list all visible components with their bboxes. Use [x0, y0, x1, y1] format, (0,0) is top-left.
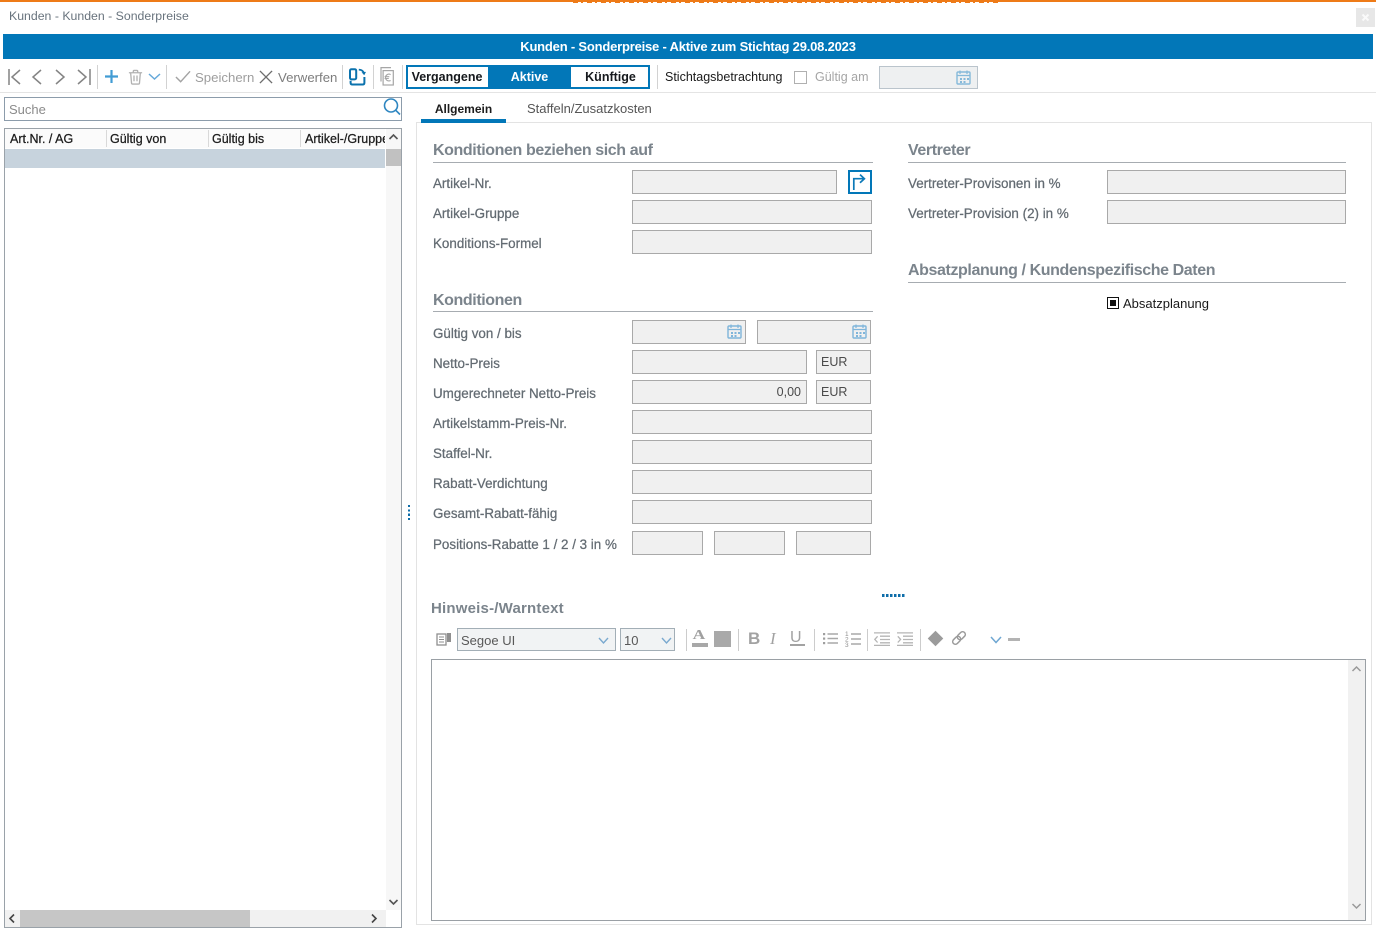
svg-text:3: 3 [845, 642, 849, 649]
